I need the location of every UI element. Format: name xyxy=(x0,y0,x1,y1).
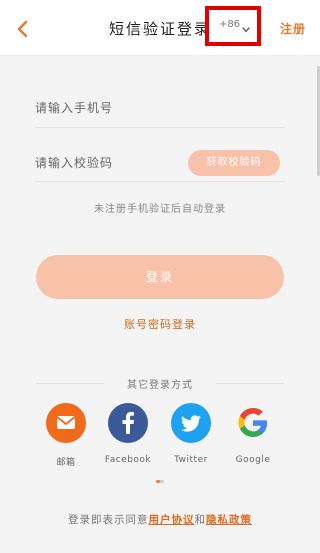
page-indicator-active xyxy=(156,480,160,483)
password-login-link[interactable]: 账号密码登录 xyxy=(0,316,320,332)
other-login-divider: 其它登录方式 xyxy=(36,376,284,391)
page-indicator xyxy=(156,480,164,483)
google-label: Google xyxy=(235,455,271,465)
facebook-label: Facebook xyxy=(104,455,152,465)
twitter-label: Twitter xyxy=(174,455,208,465)
login-button[interactable]: 登录 xyxy=(36,255,284,299)
mail-label: 邮箱 xyxy=(56,458,76,468)
country-code-select[interactable]: +86 xyxy=(205,6,261,46)
chevron-down-icon xyxy=(241,20,251,33)
twitter-icon xyxy=(171,403,211,443)
auto-register-hint: 未注册手机验证后自动登录 xyxy=(94,204,226,215)
register-link[interactable]: 注册 xyxy=(280,20,306,37)
google-icon xyxy=(233,403,273,443)
facebook-login-button[interactable]: Facebook xyxy=(98,403,158,465)
privacy-policy-link[interactable]: 隐私政策 xyxy=(206,514,252,526)
code-row: 获取校验码 xyxy=(35,146,285,182)
verification-code-input[interactable] xyxy=(35,146,175,180)
top-bar: 短信验证登录 注册 xyxy=(0,0,320,56)
get-code-button[interactable]: 获取校验码 xyxy=(188,150,280,176)
mail-login-button[interactable]: 邮箱 xyxy=(36,403,96,468)
mail-icon xyxy=(46,403,86,443)
facebook-icon xyxy=(108,403,148,443)
twitter-login-button[interactable]: Twitter xyxy=(161,403,221,465)
user-agreement-link[interactable]: 用户协议 xyxy=(149,514,195,526)
agreement-prefix: 登录即表示同意 xyxy=(68,514,149,526)
page-title: 短信验证登录 xyxy=(108,20,211,38)
phone-row xyxy=(35,90,285,128)
phone-input[interactable] xyxy=(35,90,225,126)
divider-line-right xyxy=(216,383,284,384)
agreement-and: 和 xyxy=(194,514,206,526)
google-login-button[interactable]: Google xyxy=(223,403,283,465)
agreement-text: 登录即表示同意用户协议和隐私政策 xyxy=(0,512,320,527)
country-code-value: +86 xyxy=(219,19,241,30)
